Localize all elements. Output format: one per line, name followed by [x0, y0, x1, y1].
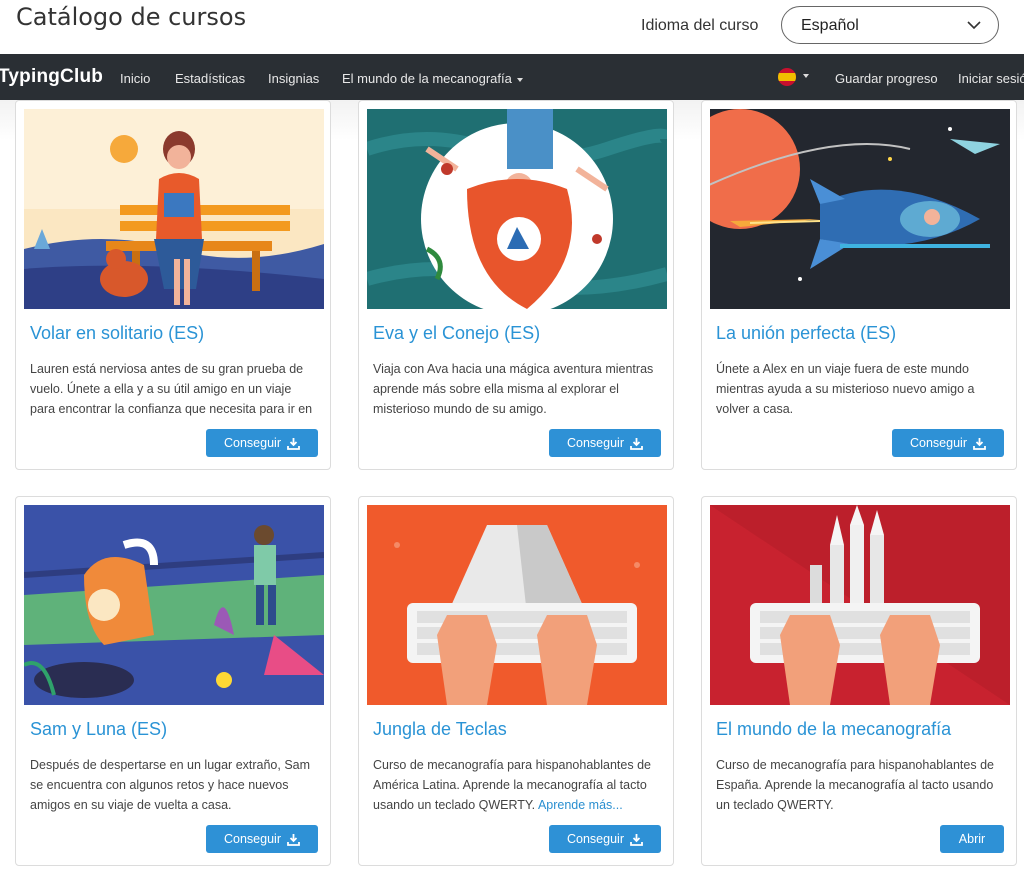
language-label: Idioma del curso [641, 17, 759, 34]
get-course-button[interactable]: Conseguir [206, 429, 318, 457]
download-icon [630, 833, 643, 846]
course-description: Curso de mecanografía para hispanohablan… [716, 755, 1002, 815]
course-title[interactable]: Eva y el Conejo (ES) [373, 323, 540, 344]
course-illustration-girl-bench[interactable] [24, 109, 324, 309]
course-description: Después de despertarse en un lugar extra… [30, 755, 316, 815]
page-title: Catálogo de cursos [16, 3, 247, 31]
download-icon [630, 437, 643, 450]
course-card-sam: Sam y Luna (ES) Después de despertarse e… [15, 496, 331, 866]
caret-down-icon [516, 77, 523, 82]
course-description-text: Viaja con Ava hacia una mágica aventura … [373, 362, 654, 416]
course-card-mundo: El mundo de la mecanografía Curso de mec… [701, 496, 1017, 866]
button-label: Conseguir [567, 832, 624, 846]
get-course-button[interactable]: Conseguir [549, 825, 661, 853]
course-title[interactable]: Sam y Luna (ES) [30, 719, 167, 740]
course-title[interactable]: Volar en solitario (ES) [30, 323, 204, 344]
nav-item-inicio[interactable]: Inicio [120, 71, 150, 86]
nav-item-insignias[interactable]: Insignias [268, 71, 319, 86]
course-card-eva: Eva y el Conejo (ES) Viaja con Ava hacia… [358, 100, 674, 470]
download-icon [973, 437, 986, 450]
course-illustration-eva-rabbit[interactable] [367, 109, 667, 309]
button-label: Conseguir [224, 832, 281, 846]
course-title[interactable]: Jungla de Teclas [373, 719, 507, 740]
download-icon [287, 437, 300, 450]
button-label: Conseguir [567, 436, 624, 450]
course-description-text: Curso de mecanografía para hispanohablan… [716, 758, 994, 812]
course-description: Lauren está nerviosa antes de su gran pr… [30, 359, 316, 419]
course-card-volar: Volar en solitario (ES) Lauren está nerv… [15, 100, 331, 470]
course-illustration-pyramid-keyboard[interactable] [367, 505, 667, 705]
course-illustration-cathedral-keyboard[interactable] [710, 505, 1010, 705]
brand-logo[interactable]: TypingClub [0, 66, 103, 88]
nav-item-mundo-menu[interactable]: El mundo de la mecanografía [342, 71, 523, 86]
course-illustration-sam-fox[interactable] [24, 505, 324, 705]
course-card-jungla: Jungla de Teclas Curso de mecanografía p… [358, 496, 674, 866]
nav-item-mundo-label: El mundo de la mecanografía [342, 71, 512, 86]
login-link[interactable]: Iniciar sesión [958, 71, 1024, 86]
button-label: Conseguir [910, 436, 967, 450]
language-select[interactable]: Español [781, 6, 999, 44]
get-course-button[interactable]: Conseguir [549, 429, 661, 457]
course-description-text: Después de despertarse en un lugar extra… [30, 758, 311, 812]
course-description: Únete a Alex en un viaje fuera de este m… [716, 359, 1002, 419]
page-header: Catálogo de cursos Idioma del curso Espa… [0, 0, 1024, 54]
get-course-button[interactable]: Conseguir [206, 825, 318, 853]
course-description-text: Únete a Alex en un viaje fuera de este m… [716, 362, 975, 416]
course-illustration-spaceship[interactable] [710, 109, 1010, 309]
spain-flag-icon[interactable] [778, 68, 796, 86]
course-description: Viaja con Ava hacia una mágica aventura … [373, 359, 659, 419]
main-navbar: TypingClub Inicio Estadísticas Insignias… [0, 54, 1024, 100]
course-description: Curso de mecanografía para hispanohablan… [373, 755, 659, 815]
open-course-button[interactable]: Abrir [940, 825, 1004, 853]
course-title[interactable]: La unión perfecta (ES) [716, 323, 896, 344]
nav-item-estadisticas[interactable]: Estadísticas [175, 71, 245, 86]
download-icon [287, 833, 300, 846]
button-label: Conseguir [224, 436, 281, 450]
course-card-union: La unión perfecta (ES) Únete a Alex en u… [701, 100, 1017, 470]
button-label: Abrir [958, 832, 986, 846]
course-title[interactable]: El mundo de la mecanografía [716, 719, 951, 740]
get-course-button[interactable]: Conseguir [892, 429, 1004, 457]
language-select-value: Español [801, 17, 859, 34]
course-description-text: Lauren está nerviosa antes de su gran pr… [30, 362, 313, 416]
save-progress-link[interactable]: Guardar progreso [835, 71, 938, 86]
chevron-down-icon [966, 17, 982, 38]
flag-caret-icon [803, 74, 809, 78]
learn-more-link[interactable]: Aprende más... [538, 798, 623, 812]
